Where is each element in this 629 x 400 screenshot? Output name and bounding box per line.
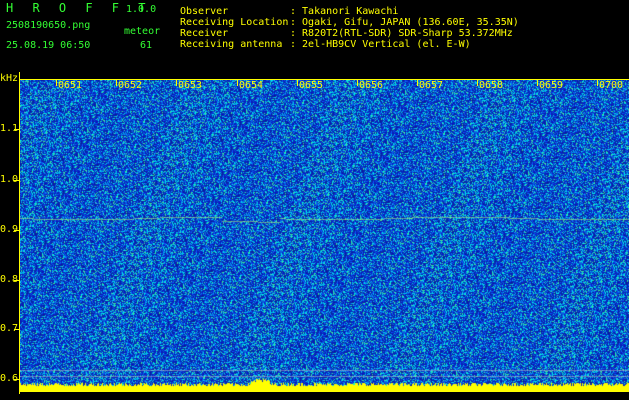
- x-tick-mark: [297, 80, 298, 86]
- y-unit-label: kHz: [0, 73, 19, 84]
- y-tick-mark: [14, 129, 20, 130]
- x-tick-label: 0655: [299, 80, 324, 91]
- file-name: 2508190650.png: [6, 20, 91, 31]
- antenna-label: Receiving antenna: [180, 39, 283, 50]
- x-tick-mark: [237, 80, 238, 86]
- x-tick-mark: [357, 80, 358, 86]
- y-tick-mark: [14, 280, 20, 281]
- x-tick-mark: [116, 80, 117, 86]
- capture-datetime: 25.08.19 06:50: [6, 40, 91, 51]
- x-tick-label: 0652: [118, 80, 143, 91]
- x-tick-label: 0659: [539, 80, 564, 91]
- x-tick-label: 0654: [239, 80, 264, 91]
- y-tick-mark: [14, 329, 20, 330]
- x-tick-mark: [56, 80, 57, 86]
- x-tick-mark: [477, 80, 478, 86]
- x-tick-mark: [537, 80, 538, 86]
- meteor-label: meteor: [124, 26, 161, 37]
- x-tick-label: 0656: [359, 80, 384, 91]
- spectrogram-canvas: [20, 80, 629, 392]
- y-tick-mark: [14, 180, 20, 181]
- x-tick-mark: [597, 80, 598, 86]
- x-tick-mark: [417, 80, 418, 86]
- app-version: 1.0.0: [126, 4, 157, 15]
- header-panel: H R O F F T 1.0.0 2508190650.png meteor …: [0, 0, 629, 72]
- x-tick-label: 0658: [479, 80, 504, 91]
- x-tick-label: 0657: [419, 80, 444, 91]
- x-tick-label: 0653: [178, 80, 203, 91]
- spectrogram: [20, 80, 629, 392]
- x-tick-label: 0700: [599, 80, 624, 91]
- x-tick-mark: [176, 80, 177, 86]
- antenna-value: : 2el-HB9CV Vertical (el. E-W): [290, 39, 471, 50]
- y-tick-mark: [14, 230, 20, 231]
- x-tick-label: 0651: [58, 80, 83, 91]
- meteor-count: 61: [140, 40, 153, 51]
- y-tick-mark: [14, 379, 20, 380]
